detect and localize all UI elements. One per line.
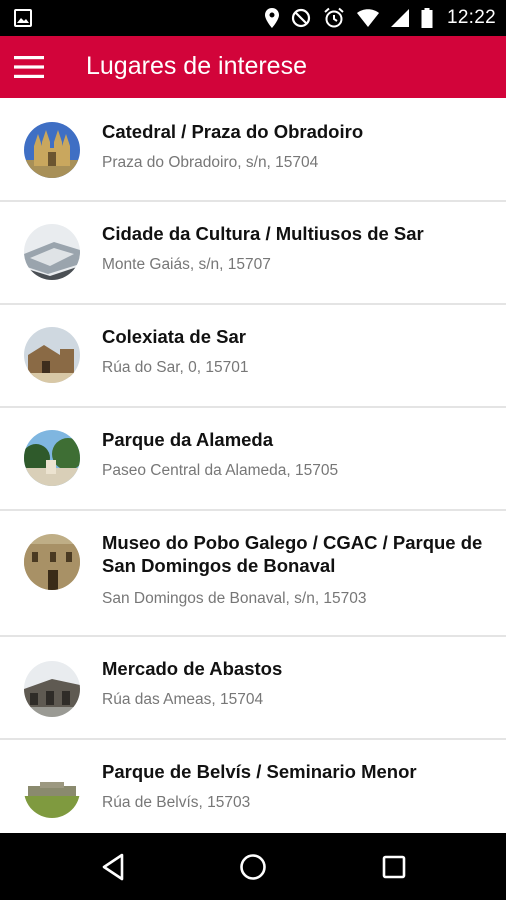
app-bar: Lugares de interese <box>0 36 506 98</box>
hamburger-menu-icon[interactable] <box>14 55 44 79</box>
navigation-bar <box>0 833 506 900</box>
alarm-icon <box>323 7 345 29</box>
place-address: Paseo Central da Alameda, 15705 <box>102 462 339 479</box>
list-item[interactable]: Cidade da Cultura / Multiusos de Sar Mon… <box>0 202 506 305</box>
do-not-disturb-icon <box>291 8 311 28</box>
place-address: Rúa de Belvís, 15703 <box>102 794 251 811</box>
signal-icon <box>390 9 409 27</box>
place-title: Parque da Alameda <box>102 429 274 450</box>
cathedral-thumbnail <box>24 122 80 178</box>
location-icon <box>264 8 279 28</box>
stone-museum-thumbnail <box>24 534 80 590</box>
page-title: Lugares de interese <box>86 52 307 80</box>
place-address: San Domingos de Bonaval, s/n, 15703 <box>102 590 367 607</box>
status-bar: 12:22 <box>0 0 506 36</box>
park-trees-thumbnail <box>24 430 80 486</box>
back-icon[interactable] <box>98 851 130 883</box>
clock-time: 12:22 <box>446 7 496 28</box>
wifi-icon <box>356 9 379 27</box>
place-title: Colexiata de Sar <box>102 326 246 347</box>
seminary-hill-thumbnail <box>24 762 80 818</box>
modern-building-thumbnail <box>24 224 80 280</box>
place-title: Cidade da Cultura / Multiusos de Sar <box>102 223 424 244</box>
list-item[interactable]: Parque da Alameda Paseo Central da Alame… <box>0 408 506 511</box>
home-icon[interactable] <box>237 851 269 883</box>
place-address: Monte Gaiás, s/n, 15707 <box>102 256 271 273</box>
list-item[interactable]: Museo do Pobo Galego / CGAC / Parque de … <box>0 511 506 637</box>
recents-icon[interactable] <box>378 851 410 883</box>
place-title: Catedral / Praza do Obradoiro <box>102 121 364 142</box>
place-title: Mercado de Abastos <box>102 658 283 679</box>
stone-church-thumbnail <box>24 327 80 383</box>
list-item[interactable]: Catedral / Praza do Obradoiro Praza do O… <box>0 98 506 202</box>
market-hall-thumbnail <box>24 661 80 717</box>
list-item[interactable]: Colexiata de Sar Rúa do Sar, 0, 15701 <box>0 305 506 408</box>
place-address: Rúa das Ameas, 15704 <box>102 691 264 708</box>
battery-icon <box>421 8 433 28</box>
place-address: Praza do Obradoiro, s/n, 15704 <box>102 154 319 171</box>
places-list[interactable]: Catedral / Praza do Obradoiro Praza do O… <box>0 98 506 833</box>
place-address: Rúa do Sar, 0, 15701 <box>102 359 249 376</box>
list-item[interactable]: Mercado de Abastos Rúa das Ameas, 15704 <box>0 637 506 740</box>
place-title: Museo do Pobo Galego / CGAC / Parque de … <box>102 532 483 576</box>
image-icon <box>14 9 32 27</box>
place-title: Parque de Belvís / Seminario Menor <box>102 761 417 782</box>
list-item[interactable]: Parque de Belvís / Seminario Menor Rúa d… <box>0 740 506 833</box>
